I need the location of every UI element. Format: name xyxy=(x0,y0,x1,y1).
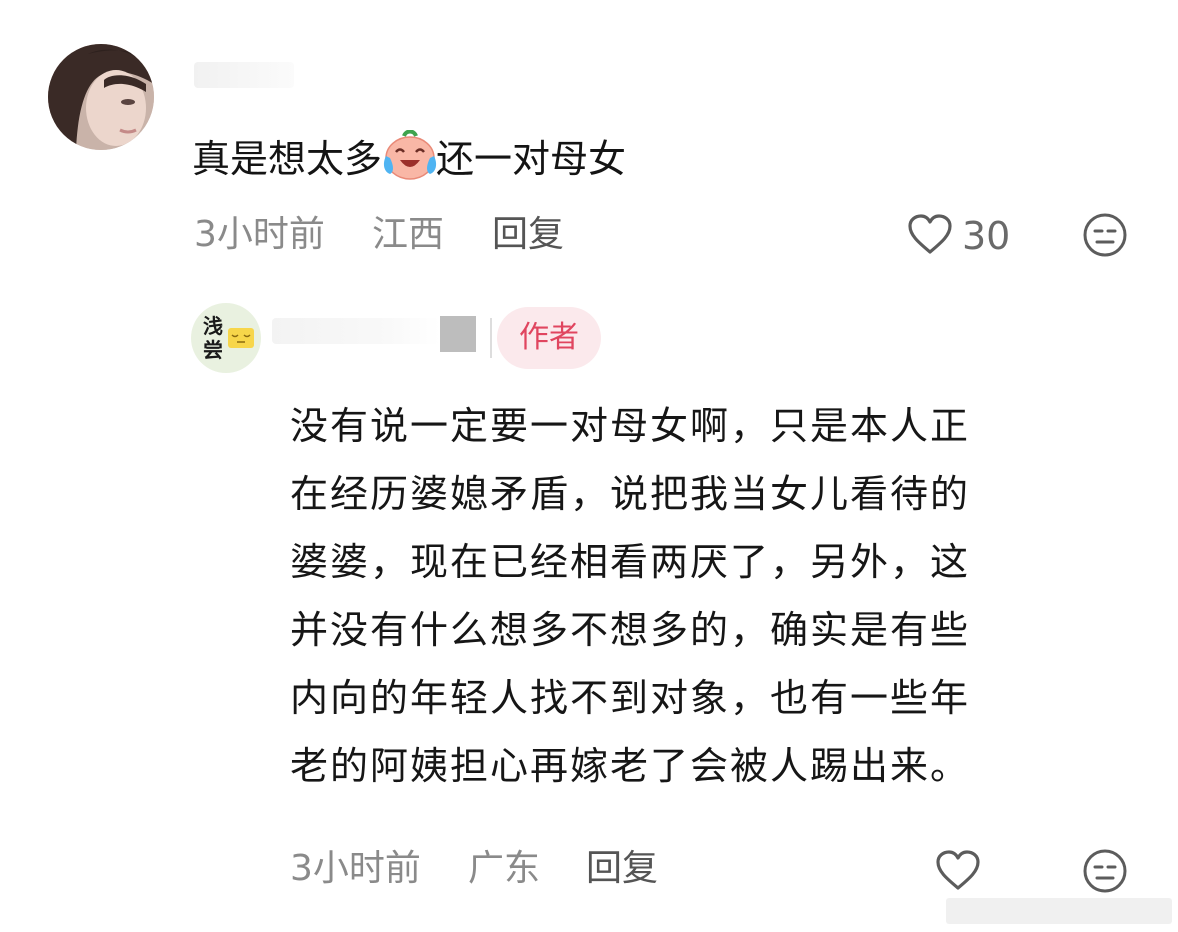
comment-like-count: 30 xyxy=(962,214,1011,258)
comment-like-button[interactable]: 30 xyxy=(906,212,1010,260)
replier-username-blurred[interactable] xyxy=(272,318,440,344)
face-unamused-icon[interactable] xyxy=(1082,848,1128,898)
reply-line: 在经历婆媳矛盾，说把我当女儿看待的 xyxy=(290,472,971,516)
sleepy-face-sticker xyxy=(227,327,255,353)
watermark-blurred xyxy=(946,898,1172,924)
comment-location: 江西 xyxy=(372,214,445,255)
author-badge: 作者 xyxy=(497,307,601,369)
reply-text: 没有说一定要一对母女啊，只是本人正 在经历婆媳矛盾，说把我当女儿看待的 婆婆，现… xyxy=(290,392,1110,800)
face-unamused-icon[interactable] xyxy=(1082,212,1128,262)
divider xyxy=(490,318,492,358)
avatar-char-1: 浅 xyxy=(203,314,223,338)
commenter-username-blurred[interactable] xyxy=(194,62,294,88)
comment-text-before: 真是想太多 xyxy=(192,137,383,181)
reply-location: 广东 xyxy=(468,848,541,889)
reply-line: 老的阿姨担心再嫁老了会被人踢出来。 xyxy=(290,744,971,788)
reply-line: 婆婆，现在已经相看两厌了，另外，这 xyxy=(290,540,971,584)
comment-reply-button[interactable]: 回复 xyxy=(492,212,564,258)
commenter-avatar[interactable] xyxy=(48,44,154,150)
heart-outline-icon xyxy=(906,212,954,260)
username-censor-block xyxy=(440,316,476,352)
reply-like-button[interactable] xyxy=(934,848,982,896)
comment-time: 3小时前 xyxy=(194,214,325,255)
comment-text-after: 还一对母女 xyxy=(436,137,627,181)
reply-reply-button[interactable]: 回复 xyxy=(586,846,658,892)
reply-line: 并没有什么想多不想多的，确实是有些 xyxy=(290,608,971,652)
heart-outline-icon xyxy=(934,850,982,896)
avatar-char-2: 尝 xyxy=(203,338,223,362)
reply-time: 3小时前 xyxy=(290,848,421,889)
reply-line: 内向的年轻人找不到对象，也有一些年 xyxy=(290,676,971,720)
crying-laughing-face-emoji xyxy=(382,129,438,180)
reply-line: 没有说一定要一对母女啊，只是本人正 xyxy=(290,404,971,448)
replier-avatar[interactable]: 浅 尝 xyxy=(191,303,261,373)
comment-text: 真是想太多 还一对母女 xyxy=(192,129,627,188)
